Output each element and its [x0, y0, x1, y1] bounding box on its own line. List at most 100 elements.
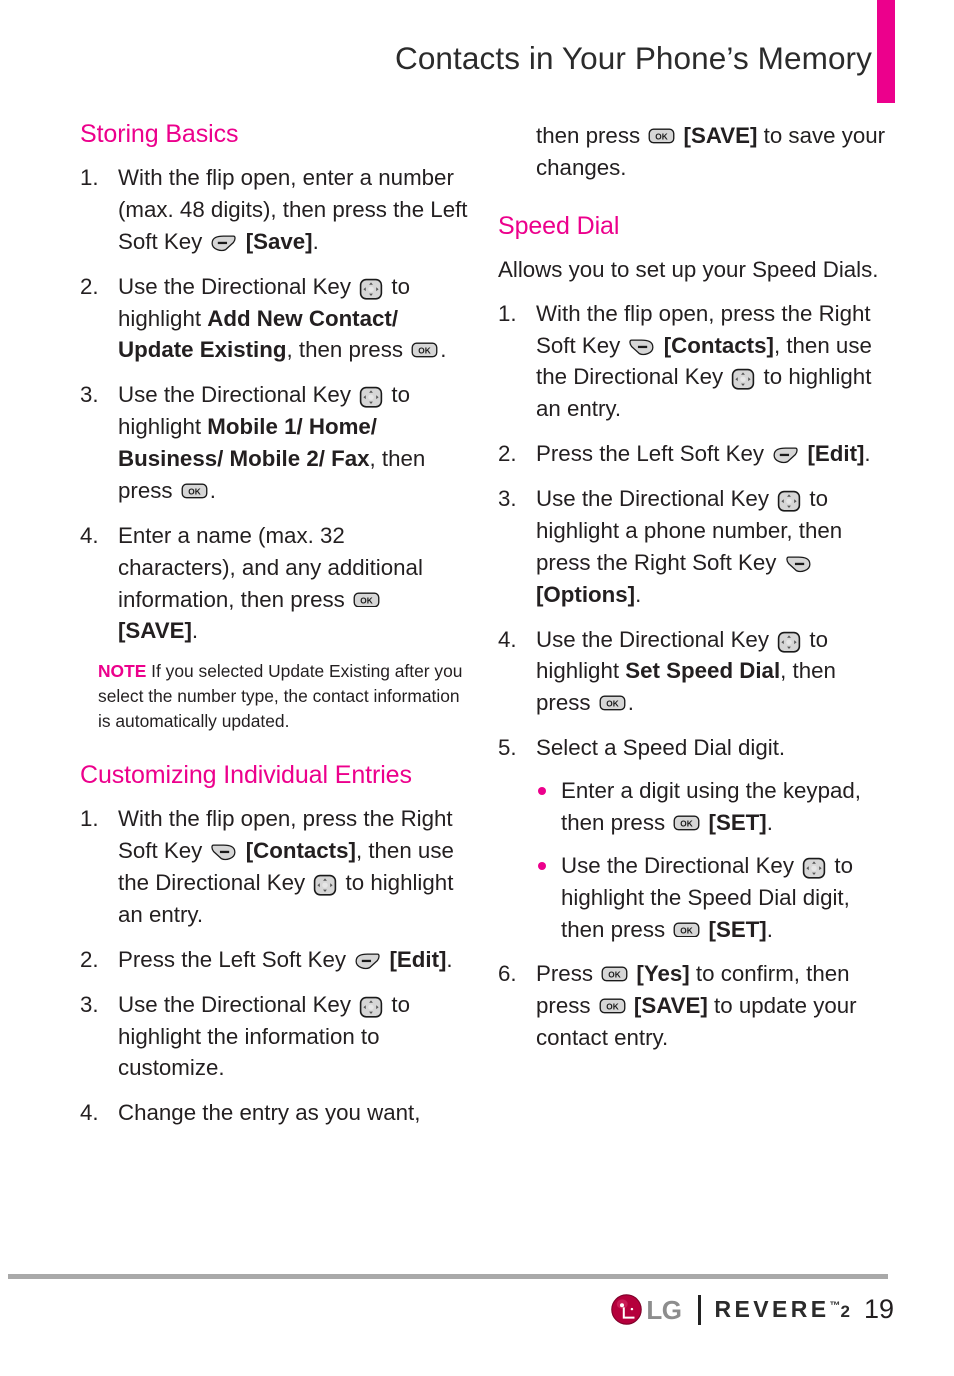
model-wordmark: REVERE™2	[715, 1298, 850, 1321]
step-item: 2. Press the Left Soft Key [Edit].	[80, 944, 468, 976]
step-text: Use the Directional Key to highlight the…	[118, 992, 410, 1081]
directional-key-icon	[731, 368, 755, 390]
body-text: .	[864, 441, 871, 467]
emphasis-text: [SAVE]	[683, 123, 758, 148]
step-item: 3. Use the Directional Key to highlight a…	[498, 483, 888, 611]
svg-text:OK: OK	[681, 819, 693, 828]
substep-text: Enter a digit using the keypad, then pre…	[561, 778, 861, 835]
svg-text:OK: OK	[606, 700, 618, 709]
body-text: then press	[536, 123, 647, 148]
page-header: Contacts in Your Phone’s Memory	[0, 0, 954, 108]
step-item: 4. Change the entry as you want,	[80, 1097, 468, 1129]
step-list: 1. With the flip open, enter a number (ma…	[80, 162, 468, 647]
left-column: Storing Basics 1. With the flip open, ente…	[80, 120, 468, 1129]
emphasis-text: [Contacts]	[663, 332, 774, 358]
directional-key-icon	[359, 386, 383, 408]
body-text: Select a Speed Dial digit.	[536, 735, 786, 761]
step-list: 1. With the flip open, press the Right So…	[80, 803, 468, 1129]
directional-key-icon	[802, 857, 826, 879]
note-text: If you selected Update Existing after yo…	[98, 661, 463, 731]
step-number: 3.	[80, 382, 99, 408]
note-block: NOTE If you selected Update Existing aft…	[98, 659, 468, 733]
step-item: 4. Enter a name (max. 32 characters), and…	[80, 520, 468, 648]
step-text: Use the Directional Key to highlight a p…	[536, 486, 842, 607]
directional-key-icon	[359, 278, 383, 300]
body-text: .	[446, 946, 453, 972]
body-text: Press	[536, 961, 600, 987]
step-text: Enter a name (max. 32 characters), and a…	[118, 523, 423, 644]
ok-key-icon: OK	[181, 483, 208, 500]
step-text: Use the Directional Key to highlight Add…	[118, 274, 446, 363]
emphasis-text: [Options]	[536, 581, 636, 607]
emphasis-text: Set Speed Dial	[625, 658, 781, 684]
step-text: Use the Directional Key to highlight Mob…	[118, 382, 425, 503]
body-text: .	[627, 690, 634, 716]
page-footer: LG REVERE™2 19	[0, 1266, 954, 1376]
footer-divider	[8, 1274, 888, 1279]
step-number: 1.	[80, 806, 99, 832]
page-title: Contacts in Your Phone’s Memory	[394, 40, 872, 76]
step-item: 6. Press OK [Yes] to confirm, then press …	[498, 958, 888, 1054]
header-accent-bar	[877, 0, 895, 103]
ok-key-icon: OK	[673, 815, 700, 832]
body-text: .	[440, 337, 447, 363]
step-item: 5. Select a Speed Dial digit. Enter a digi…	[498, 732, 888, 945]
emphasis-text: [Edit]	[807, 441, 865, 467]
body-text: , then press	[286, 337, 410, 363]
body-text: Use the Directional Key	[536, 626, 776, 652]
svg-text:OK: OK	[608, 971, 620, 980]
right-soft-key-icon	[628, 338, 655, 357]
step-text: Select a Speed Dial digit.	[536, 735, 785, 760]
step-number: 1.	[80, 165, 99, 190]
ok-key-icon: OK	[411, 342, 438, 359]
section-intro: Allows you to set up your Speed Dials.	[498, 256, 879, 282]
brand-lockup: LG REVERE™2 19	[611, 1294, 894, 1325]
left-soft-key-icon	[354, 952, 381, 971]
emphasis-text: [Save]	[245, 228, 313, 254]
directional-key-icon	[359, 996, 383, 1018]
emphasis-text: [SAVE]	[633, 993, 708, 1019]
body-text: Use the Directional Key	[118, 273, 358, 299]
step-number: 4.	[498, 626, 517, 652]
step-list: 1. With the flip open, press the Right So…	[498, 298, 888, 1054]
section-heading: Customizing Individual Entries	[80, 761, 412, 790]
body-text: Use the Directional Key	[118, 991, 358, 1017]
brand-divider	[697, 1294, 701, 1325]
step-number: 1.	[498, 300, 517, 326]
body-text: .	[635, 581, 642, 607]
emphasis-text: [SET]	[708, 916, 767, 942]
section-heading: Storing Basics	[80, 120, 239, 148]
step-item: 3. Use the Directional Key to highlight t…	[80, 989, 468, 1085]
right-soft-key-icon	[210, 843, 237, 862]
body-text: Change the entry as you want,	[118, 1100, 421, 1126]
body-text: .	[312, 228, 319, 254]
body-text: .	[766, 809, 773, 835]
svg-text:OK: OK	[188, 487, 200, 496]
substep-item: Use the Directional Key to highlight the…	[536, 850, 888, 946]
continued-paragraph: then press OK [SAVE] to save your change…	[498, 120, 888, 184]
step-number: 3.	[80, 991, 99, 1017]
step-item: 1. With the flip open, enter a number (ma…	[80, 162, 468, 258]
step-text: Change the entry as you want,	[118, 1100, 420, 1125]
step-number: 2.	[80, 273, 99, 299]
left-soft-key-icon	[772, 446, 799, 465]
section-heading: Speed Dial	[498, 211, 620, 240]
body-text: Use the Directional Key	[561, 852, 801, 878]
ok-key-icon: OK	[599, 695, 626, 712]
step-number: 2.	[80, 946, 99, 972]
ok-key-icon: OK	[599, 998, 626, 1015]
step-text: With the flip open, press the Right Soft…	[118, 806, 454, 927]
step-text: With the flip open, enter a number (max.…	[118, 165, 468, 254]
svg-text:OK: OK	[606, 1003, 618, 1012]
svg-text:OK: OK	[656, 132, 668, 141]
right-soft-key-icon	[785, 555, 812, 574]
step-text: Use the Directional Key to highlight Set…	[536, 627, 836, 716]
step-item: 4. Use the Directional Key to highlight S…	[498, 624, 888, 720]
step-number: 4.	[80, 522, 99, 548]
emphasis-text: [Contacts]	[245, 838, 356, 864]
directional-key-icon	[777, 631, 801, 653]
svg-text:OK: OK	[418, 347, 430, 356]
bullet-icon	[538, 787, 546, 795]
step-text: Press the Left Soft Key [Edit].	[536, 441, 871, 466]
step-item: 2. Press the Left Soft Key [Edit].	[498, 438, 888, 470]
